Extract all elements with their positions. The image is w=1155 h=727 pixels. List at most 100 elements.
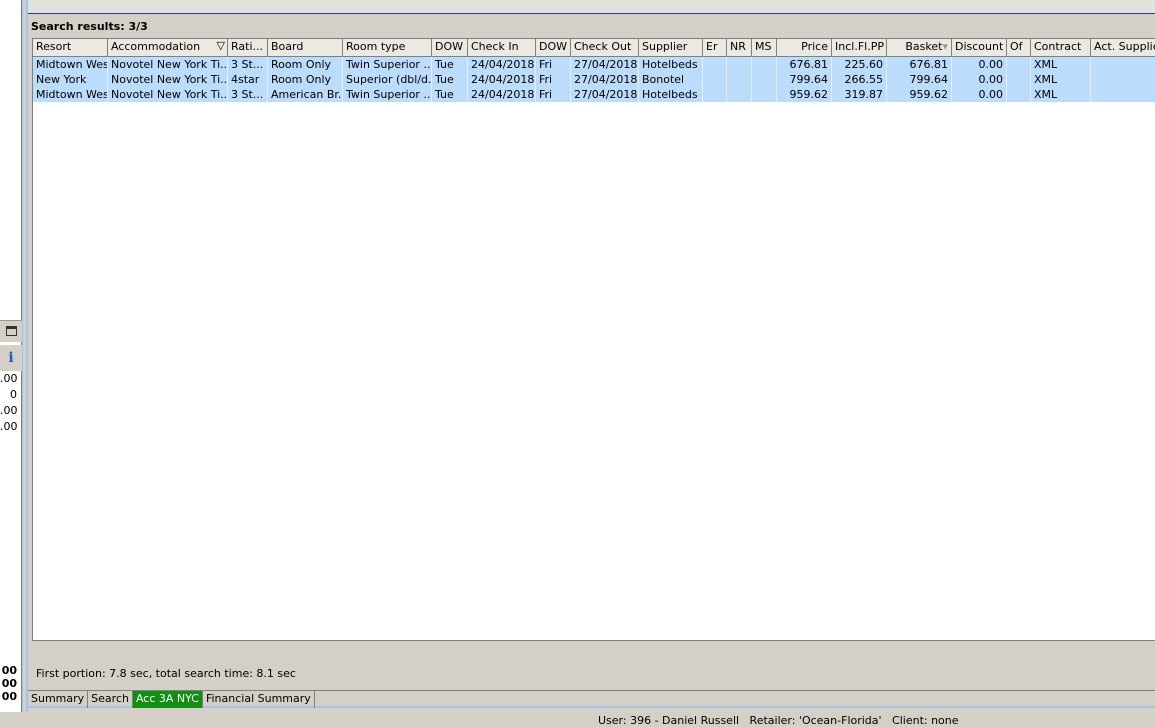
column-header[interactable]: Basket▾	[887, 39, 952, 57]
table-cell[interactable]	[1007, 72, 1031, 87]
left-panel: i .00 0.00.00 00 00 00	[0, 0, 22, 712]
timing-text: First portion: 7.8 sec, total search tim…	[36, 667, 296, 680]
table-cell[interactable]: XML	[1031, 87, 1091, 102]
tab-acc-3a-nyc[interactable]: Acc 3A NYC	[132, 691, 203, 708]
tab-search[interactable]: Search	[88, 691, 133, 708]
status-bar: User: 396 - Daniel Russell Retailer: 'Oc…	[598, 714, 959, 727]
column-header[interactable]: Check In	[468, 39, 536, 57]
table-cell[interactable]	[1007, 57, 1031, 72]
table-cell[interactable]: Superior (dbl/d...	[343, 72, 432, 87]
table-cell[interactable]: Midtown West	[33, 87, 108, 102]
table-cell[interactable]: 27/04/2018	[571, 72, 639, 87]
table-cell[interactable]: 24/04/2018	[468, 87, 536, 102]
table-cell[interactable]: 3 St...	[228, 87, 268, 102]
table-cell[interactable]	[727, 72, 752, 87]
column-header[interactable]: Rati...	[228, 39, 268, 57]
column-header[interactable]: Accommodation ▽	[108, 39, 228, 57]
table-cell[interactable]	[1091, 57, 1155, 72]
table-cell[interactable]: 266.55	[832, 72, 887, 87]
table-cell[interactable]: 959.62	[777, 87, 832, 102]
table-cell[interactable]: Tue	[432, 57, 468, 72]
table-cell[interactable]: 225.60	[832, 57, 887, 72]
table-cell[interactable]: 0.00	[952, 72, 1007, 87]
table-cell[interactable]: Novotel New York Ti...	[108, 57, 228, 72]
table-cell[interactable]: Fri	[536, 72, 571, 87]
table-cell[interactable]: Novotel New York Ti...	[108, 87, 228, 102]
table-cell[interactable]: 27/04/2018	[571, 57, 639, 72]
table-cell[interactable]	[752, 57, 777, 72]
tab-summary[interactable]: Summary	[28, 691, 89, 708]
sort-desc-icon: ▾	[942, 40, 948, 53]
table-cell[interactable]: Tue	[432, 72, 468, 87]
table-cell[interactable]	[752, 87, 777, 102]
left-value: 00	[1, 690, 17, 703]
table-cell[interactable]: XML	[1031, 72, 1091, 87]
column-header[interactable]: Act. Supplier	[1091, 39, 1155, 57]
column-header[interactable]: Price	[777, 39, 832, 57]
table-cell[interactable]: Twin Superior ...	[343, 87, 432, 102]
table-cell[interactable]: 799.64	[887, 72, 952, 87]
column-header[interactable]: Check Out	[571, 39, 639, 57]
column-header[interactable]: Board	[268, 39, 343, 57]
table-cell[interactable]	[1007, 87, 1031, 102]
table-cell[interactable]: 4star	[228, 72, 268, 87]
column-header[interactable]: Contract	[1031, 39, 1091, 57]
window-icon[interactable]	[0, 320, 22, 342]
table-cell[interactable]: 24/04/2018	[468, 57, 536, 72]
column-header[interactable]: Er	[703, 39, 727, 57]
tab-financial-summary[interactable]: Financial Summary	[203, 691, 315, 708]
table-cell[interactable]: 676.81	[777, 57, 832, 72]
table-cell[interactable]: 676.81	[887, 57, 952, 72]
results-table: Resort Accommodation ▽ Rati... Board Room typ…	[32, 38, 1155, 641]
splitter[interactable]	[22, 0, 28, 712]
column-header[interactable]: Supplier	[639, 39, 703, 57]
tab-bar: Summary Search Acc 3A NYC Financial Summary	[28, 690, 1155, 708]
column-header[interactable]: Room type	[343, 39, 432, 57]
table-cell[interactable]: Novotel New York Ti...	[108, 72, 228, 87]
table-cell[interactable]	[1091, 87, 1155, 102]
info-icon[interactable]: i	[0, 345, 22, 371]
table-cell[interactable]: 959.62	[887, 87, 952, 102]
table-cell[interactable]	[752, 72, 777, 87]
table-cell[interactable]	[703, 57, 727, 72]
column-header[interactable]: Of	[1007, 39, 1031, 57]
left-value: .00	[0, 404, 18, 417]
column-header[interactable]: Incl.Fl.PP	[832, 39, 887, 57]
table-cell[interactable]: 27/04/2018	[571, 87, 639, 102]
column-header[interactable]: DOW	[432, 39, 468, 57]
table-cell[interactable]: Hotelbeds	[639, 87, 703, 102]
left-value: .00	[0, 372, 18, 385]
column-header[interactable]: Resort	[33, 39, 108, 57]
table-cell[interactable]: 0.00	[952, 87, 1007, 102]
table-cell[interactable]: 799.64	[777, 72, 832, 87]
column-header[interactable]: NR	[727, 39, 752, 57]
column-header[interactable]: Discount	[952, 39, 1007, 57]
filter-icon[interactable]: ▽	[217, 39, 225, 52]
table-cell[interactable]: Room Only	[268, 57, 343, 72]
table-cell[interactable]	[727, 87, 752, 102]
table-cell[interactable]: Room Only	[268, 72, 343, 87]
table-cell[interactable]: Fri	[536, 87, 571, 102]
table-cell[interactable]: Twin Superior ...	[343, 57, 432, 72]
table-cell[interactable]: Fri	[536, 57, 571, 72]
table-cell[interactable]: Hotelbeds	[639, 57, 703, 72]
left-value: 0	[10, 388, 17, 401]
table-cell[interactable]: 24/04/2018	[468, 72, 536, 87]
table-cell[interactable]: Tue	[432, 87, 468, 102]
table-cell[interactable]	[1091, 72, 1155, 87]
table-cell[interactable]	[703, 87, 727, 102]
table-cell[interactable]	[703, 72, 727, 87]
column-header[interactable]: DOW	[536, 39, 571, 57]
table-cell[interactable]: New York	[33, 72, 108, 87]
table-cell[interactable]: 0.00	[952, 57, 1007, 72]
table-cell[interactable]: 3 St...	[228, 57, 268, 72]
left-value: 00	[1, 664, 17, 677]
toolbar	[28, 0, 1155, 14]
table-cell[interactable]: American Br...	[268, 87, 343, 102]
table-cell[interactable]	[727, 57, 752, 72]
table-cell[interactable]: 319.87	[832, 87, 887, 102]
table-cell[interactable]: XML	[1031, 57, 1091, 72]
table-cell[interactable]: Midtown West	[33, 57, 108, 72]
table-cell[interactable]: Bonotel	[639, 72, 703, 87]
column-header[interactable]: MS	[752, 39, 777, 57]
